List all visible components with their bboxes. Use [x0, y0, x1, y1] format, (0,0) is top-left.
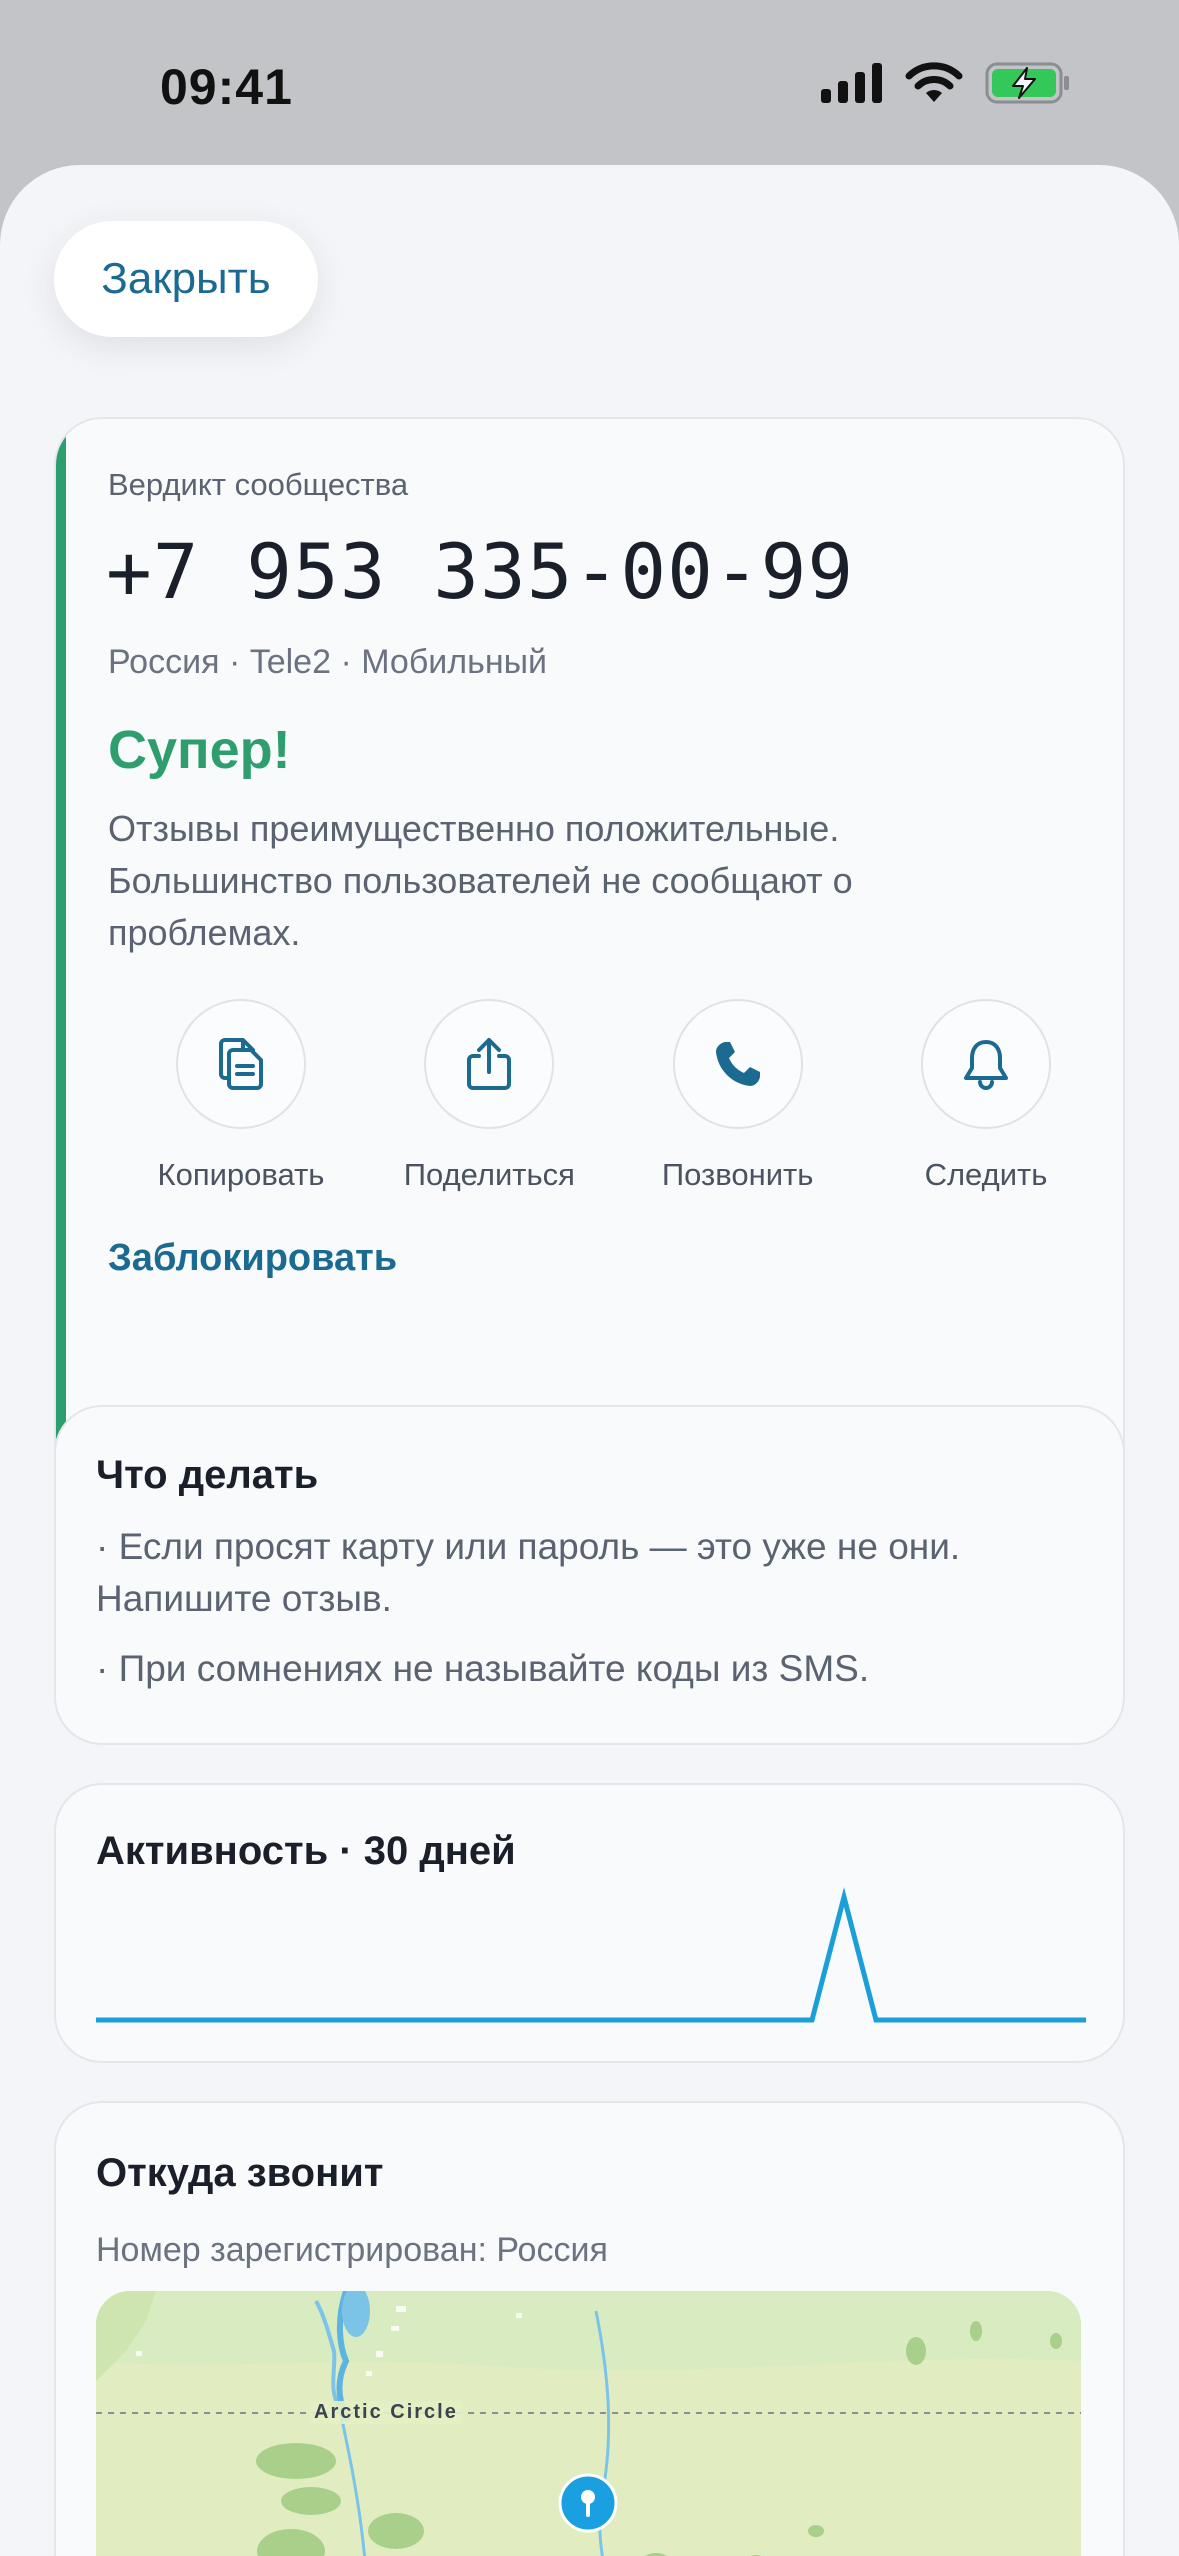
- verdict-title: Супер!: [108, 720, 291, 780]
- activity-sparkline: [96, 1887, 1086, 2023]
- status-time: 09:41: [160, 59, 293, 115]
- follow-action[interactable]: Следить: [871, 999, 1101, 1193]
- verdict-caption: Вердикт сообщества: [108, 467, 409, 502]
- phone-meta: Россия · Tele2 · Мобильный: [108, 643, 548, 681]
- share-button[interactable]: [424, 999, 555, 1129]
- map-pin-icon[interactable]: [558, 2473, 618, 2533]
- verdict-description: Отзывы преимущественно положительные. Бо…: [108, 808, 853, 953]
- activity-line: [96, 1887, 1086, 2023]
- share-label: Поделиться: [403, 1157, 575, 1192]
- block-button[interactable]: Заблокировать: [108, 1237, 397, 1280]
- wifi-icon: [905, 62, 963, 102]
- phone-icon: [715, 1042, 760, 1086]
- location-map[interactable]: Arctic Circle: [96, 2291, 1081, 2556]
- copy-button[interactable]: [176, 999, 306, 1129]
- todo-item: · Если просят карту или пароль — это уже…: [96, 1526, 961, 1619]
- call-action[interactable]: Позвонить: [623, 999, 853, 1193]
- location-card: Откуда звонит Номер зарегистрирован: Рос…: [54, 2101, 1125, 2556]
- activity-card: Активность · 30 дней: [54, 1783, 1125, 2063]
- activity-title: Активность · 30 дней: [96, 1829, 516, 1873]
- share-icon: [467, 1038, 512, 1090]
- copy-action[interactable]: Копировать: [126, 999, 356, 1193]
- battery-charging-icon: [985, 62, 1069, 104]
- status-bar: 09:41: [0, 0, 1179, 165]
- close-button[interactable]: Закрыть: [54, 221, 318, 337]
- todo-title: Что делать: [96, 1453, 319, 1497]
- copy-icon: [219, 1038, 263, 1090]
- copy-label: Копировать: [157, 1157, 325, 1192]
- status-icons: [821, 62, 1071, 104]
- follow-button[interactable]: [920, 999, 1051, 1129]
- share-action[interactable]: Поделиться: [374, 999, 604, 1193]
- location-subtitle: Номер зарегистрирован: Россия: [96, 2231, 608, 2269]
- cellular-signal-icon: [821, 63, 882, 103]
- todo-item: · При сомнениях не называйте коды из SMS…: [96, 1648, 870, 1689]
- verdict-card: Вердикт сообщества +7 953 335-00-99 Росс…: [54, 417, 1125, 1533]
- location-title: Откуда звонит: [96, 2151, 384, 2195]
- action-row: Копировать Поделиться Позвонить Следить: [126, 999, 1101, 1193]
- verdict-accent-bar: [56, 419, 66, 1531]
- todo-card: Что делать · Если просят карту или парол…: [54, 1405, 1125, 1745]
- map-label: Arctic Circle: [310, 2401, 462, 2424]
- details-sheet: Закрыть Вердикт сообщества +7 953 335-00…: [0, 165, 1179, 2556]
- phone-number: +7 953 335-00-99: [106, 527, 855, 616]
- call-label: Позвонить: [661, 1157, 814, 1192]
- bell-icon: [963, 1040, 1008, 1090]
- call-button[interactable]: [672, 999, 803, 1129]
- follow-label: Следить: [924, 1157, 1048, 1192]
